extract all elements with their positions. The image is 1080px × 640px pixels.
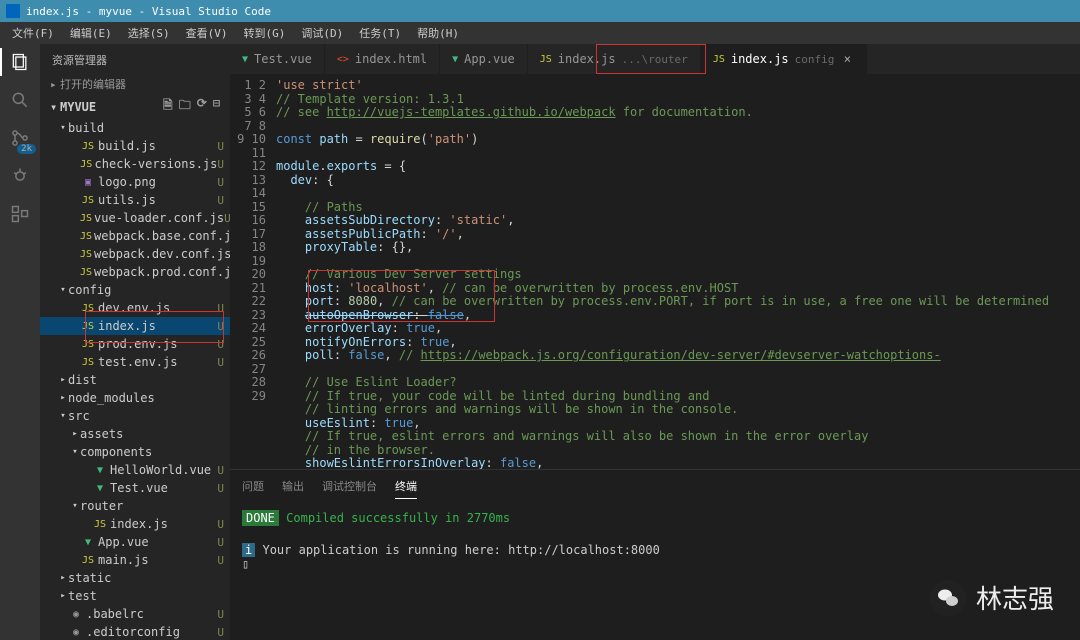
file-row[interactable]: JSwebpack.base.conf.jsU [40, 227, 230, 245]
file-row[interactable]: ▼App.vueU [40, 533, 230, 551]
editor-tab[interactable]: ▼App.vue [440, 44, 528, 74]
new-folder-icon[interactable]: 🗀 [179, 96, 191, 117]
menu-item[interactable]: 选择(S) [120, 25, 178, 41]
folder-row[interactable]: ▾router [40, 497, 230, 515]
done-badge: DONE [242, 510, 279, 526]
file-row[interactable]: ▣logo.pngU [40, 173, 230, 191]
titlebar: index.js - myvue - Visual Studio Code [0, 0, 1080, 22]
panel-tab[interactable]: 调试控制台 [322, 474, 377, 499]
file-row[interactable]: ▼HelloWorld.vueU [40, 461, 230, 479]
file-tree: ▾buildJSbuild.jsUJScheck-versions.jsU▣lo… [40, 119, 230, 640]
folder-row[interactable]: ▾components [40, 443, 230, 461]
file-row[interactable]: ▼Test.vueU [40, 479, 230, 497]
refresh-icon[interactable]: ⟳ [197, 96, 207, 117]
editor-tab[interactable]: <>index.html [325, 44, 440, 74]
menubar: 文件(F)编辑(E)选择(S)查看(V)转到(G)调试(D)任务(T)帮助(H) [0, 22, 1080, 44]
file-row[interactable]: ◉.editorconfigU [40, 623, 230, 640]
panel-tab[interactable]: 终端 [395, 474, 417, 499]
folder-row[interactable]: ▸assets [40, 425, 230, 443]
editor-tab[interactable]: JSindex.js...\router [528, 44, 701, 74]
editor-area: ▼Test.vue<>index.html▼App.vueJSindex.js.… [230, 44, 1080, 640]
activity-bar: 2k [0, 44, 40, 640]
menu-item[interactable]: 转到(G) [236, 25, 294, 41]
menu-item[interactable]: 帮助(H) [409, 25, 467, 41]
file-row[interactable]: JSwebpack.prod.conf.jsU [40, 263, 230, 281]
compile-status: Compiled successfully in 2770ms [286, 511, 510, 525]
scm-badge: 2k [17, 144, 36, 154]
folder-row[interactable]: ▸static [40, 569, 230, 587]
search-icon[interactable] [8, 88, 32, 112]
file-row[interactable]: JSvue-loader.conf.jsU [40, 209, 230, 227]
panel-tabs: 问题输出调试控制台终端 [230, 470, 1080, 503]
open-editors-section[interactable]: ▸打开的编辑器 [40, 74, 230, 94]
folder-row[interactable]: ▸node_modules [40, 389, 230, 407]
folder-row[interactable]: ▸dist [40, 371, 230, 389]
menu-item[interactable]: 调试(D) [293, 25, 351, 41]
sidebar: 资源管理器 ▸打开的编辑器 ▾MYVUE 🗎 🗀 ⟳ ⊟ ▾buildJSbui… [40, 44, 230, 640]
project-header[interactable]: ▾MYVUE 🗎 🗀 ⟳ ⊟ [40, 94, 230, 119]
file-row[interactable]: JSindex.jsU [40, 317, 230, 335]
sidebar-title: 资源管理器 [40, 44, 230, 74]
folder-row[interactable]: ▸test [40, 587, 230, 605]
code-content[interactable]: 'use strict' // Template version: 1.3.1 … [276, 75, 1049, 469]
menu-item[interactable]: 任务(T) [351, 25, 409, 41]
window-title: index.js - myvue - Visual Studio Code [26, 5, 271, 18]
file-row[interactable]: JSindex.jsU [40, 515, 230, 533]
vscode-icon [6, 4, 20, 18]
file-row[interactable]: JSdev.env.jsU [40, 299, 230, 317]
new-file-icon[interactable]: 🗎 [163, 96, 173, 117]
running-msg: Your application is running here: http:/… [262, 543, 659, 557]
panel-tab[interactable]: 问题 [242, 474, 264, 499]
folder-row[interactable]: ▾src [40, 407, 230, 425]
file-row[interactable]: JSprod.env.jsU [40, 335, 230, 353]
menu-item[interactable]: 文件(F) [4, 25, 62, 41]
collapse-icon[interactable]: ⊟ [213, 96, 220, 117]
file-row[interactable]: JSwebpack.dev.conf.jsU [40, 245, 230, 263]
menu-item[interactable]: 编辑(E) [62, 25, 120, 41]
wechat-icon [930, 580, 966, 616]
watermark: 林志强 [930, 579, 1054, 616]
debug-icon[interactable] [8, 164, 32, 188]
terminal[interactable]: DONE Compiled successfully in 2770ms i Y… [230, 503, 1080, 640]
file-row[interactable]: JScheck-versions.jsU [40, 155, 230, 173]
explorer-icon[interactable] [8, 50, 32, 74]
folder-row[interactable]: ▾config [40, 281, 230, 299]
info-badge: i [242, 543, 255, 557]
file-row[interactable]: JSmain.jsU [40, 551, 230, 569]
line-gutter: 1 2 3 4 5 6 7 8 9 10 11 12 13 14 15 16 1… [230, 75, 276, 469]
panel-tab[interactable]: 输出 [282, 474, 304, 499]
file-row[interactable]: JSbuild.jsU [40, 137, 230, 155]
editor-tab[interactable]: JSindex.jsconfig× [701, 44, 868, 74]
folder-row[interactable]: ▾build [40, 119, 230, 137]
editor-tabs: ▼Test.vue<>index.html▼App.vueJSindex.js.… [230, 44, 1080, 75]
file-row[interactable]: JSutils.jsU [40, 191, 230, 209]
menu-item[interactable]: 查看(V) [178, 25, 236, 41]
scm-icon[interactable]: 2k [8, 126, 32, 150]
extensions-icon[interactable] [8, 202, 32, 226]
editor-tab[interactable]: ▼Test.vue [230, 44, 325, 74]
close-icon[interactable]: × [840, 52, 854, 66]
file-row[interactable]: ◉.babelrcU [40, 605, 230, 623]
code-editor[interactable]: 1 2 3 4 5 6 7 8 9 10 11 12 13 14 15 16 1… [230, 75, 1080, 469]
file-row[interactable]: JStest.env.jsU [40, 353, 230, 371]
